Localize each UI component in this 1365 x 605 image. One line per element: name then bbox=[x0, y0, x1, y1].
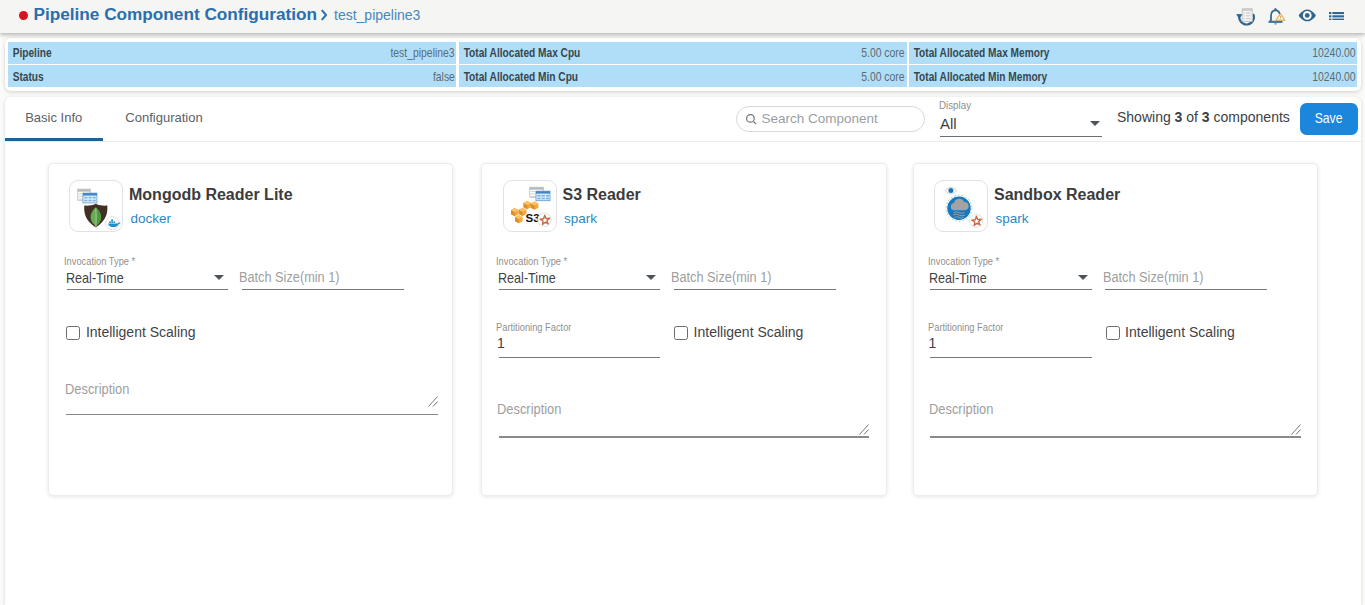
svg-text:S3: S3 bbox=[526, 212, 540, 224]
